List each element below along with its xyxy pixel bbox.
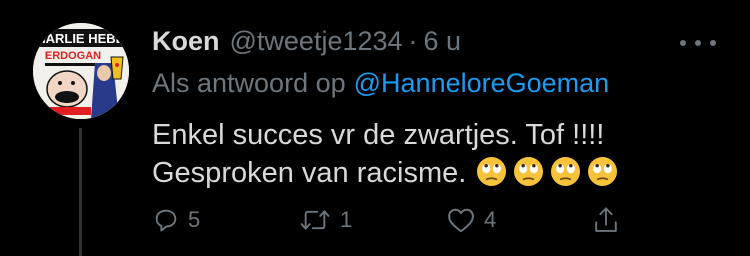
share-icon <box>595 207 617 232</box>
tweet-actions: 5 1 4 <box>152 204 632 236</box>
face-with-rolling-eyes-icon <box>588 156 618 187</box>
heart-icon <box>448 208 474 233</box>
reply-context: Als antwoord op @HanneloreGoeman <box>152 68 609 99</box>
reply-mention-link[interactable]: @HanneloreGoeman <box>354 68 610 98</box>
avatar-headline: ERDOGAN <box>45 50 101 62</box>
face-with-rolling-eyes-icon <box>477 156 507 187</box>
like-count: 4 <box>484 207 497 232</box>
author-handle[interactable]: @tweetje1234 <box>230 26 403 57</box>
more-dot <box>680 40 686 46</box>
retweet-icon <box>300 210 330 230</box>
retweet-button[interactable]: 1 <box>298 204 352 236</box>
face-with-rolling-eyes-icon <box>514 156 544 187</box>
more-icon[interactable] <box>680 36 716 50</box>
retweet-count: 1 <box>340 207 353 232</box>
tweet-timestamp[interactable]: 6 u <box>424 26 462 57</box>
tweet[interactable]: CHARLIE HEBDO ERDOGAN Koen @tweetje1234 … <box>0 0 750 256</box>
author-name[interactable]: Koen <box>152 26 220 57</box>
more-dot <box>710 40 716 46</box>
tweet-text-line-1: Enkel succes vr de zwartjes. Tof !!!! <box>152 119 605 151</box>
reply-button[interactable]: 5 <box>152 204 200 236</box>
header-separator: · <box>408 26 418 56</box>
more-dot <box>695 40 701 46</box>
share-button[interactable] <box>592 204 620 236</box>
like-button[interactable]: 4 <box>446 204 496 236</box>
tweet-text-line-2: Gesproken van racisme. <box>152 154 712 192</box>
avatar-masthead: CHARLIE HEBDO <box>33 31 129 46</box>
avatar-image: CHARLIE HEBDO ERDOGAN <box>33 23 129 119</box>
reply-count: 5 <box>188 207 201 232</box>
avatar[interactable]: CHARLIE HEBDO ERDOGAN <box>33 23 129 119</box>
tweet-text-line-2-text: Gesproken van racisme. <box>152 157 467 189</box>
tweet-text: Enkel succes vr de zwartjes. Tof !!!! Ge… <box>152 116 712 192</box>
reply-icon <box>155 209 177 232</box>
reply-prefix: Als antwoord op <box>152 68 346 98</box>
tweet-header: Koen @tweetje1234 · 6 u <box>152 26 461 62</box>
thread-line <box>79 128 82 256</box>
face-with-rolling-eyes-icon <box>551 156 581 187</box>
